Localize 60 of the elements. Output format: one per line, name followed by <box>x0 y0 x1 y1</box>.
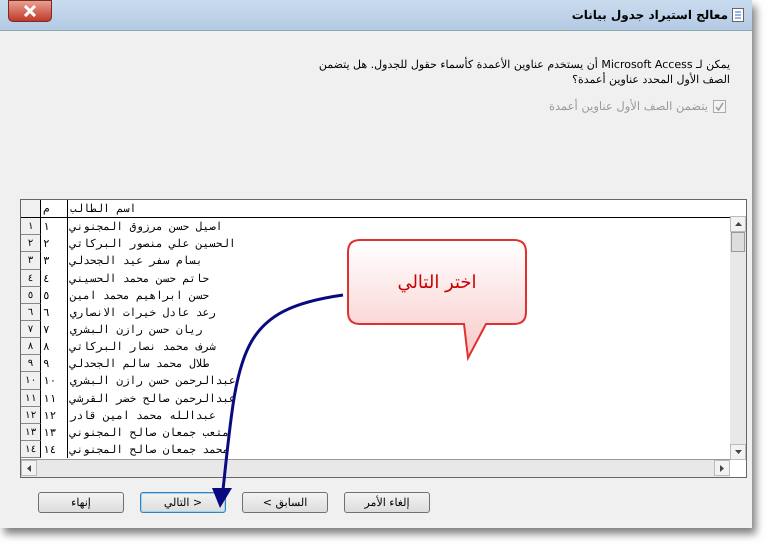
table-cell-text: طلال محمد سالم الجحدلي <box>70 356 210 372</box>
table-cell: ١ <box>41 218 68 236</box>
table-cell: ٥ <box>41 286 68 304</box>
wizard-button[interactable]: إنهاء <box>38 492 124 513</box>
vertical-scrollbar[interactable] <box>730 216 746 460</box>
table-cell-text: حسن ابراهيم محمد امين <box>70 288 210 304</box>
table-cell: ١٤ <box>41 440 68 458</box>
check-icon <box>714 100 725 112</box>
row-selector[interactable]: ١١ <box>21 390 41 407</box>
right-arrow-icon <box>720 464 724 472</box>
column-header: اسم الطالب <box>69 201 138 217</box>
table-cell: ٣ <box>41 252 68 270</box>
app-icon <box>732 8 744 22</box>
column-header: م <box>41 200 68 218</box>
row-selector[interactable]: ١ <box>21 218 41 236</box>
table-cell: ٦ <box>41 304 68 321</box>
table-cell-text: عبدالله محمد امين قادر <box>70 408 216 424</box>
row-selector[interactable]: ١٢ <box>21 406 41 424</box>
row-selector[interactable]: ٩ <box>21 355 41 372</box>
scroll-thumb[interactable] <box>731 232 745 252</box>
table-cell-text: عبدالرحمن صالح خضر القرشي <box>70 390 236 407</box>
row-selector[interactable]: ٨ <box>21 338 41 356</box>
table-cell-text: اصيل حسن مرزوق المجنوني <box>70 219 222 236</box>
horizontal-scrollbar[interactable] <box>21 459 730 477</box>
row-selector[interactable]: ٤ <box>21 270 41 287</box>
wizard-button[interactable]: التالي > <box>140 492 226 513</box>
table-cell: ٨ <box>41 338 68 356</box>
table-cell-text: متعب جمعان صالح المجنوني <box>70 424 229 441</box>
left-arrow-icon <box>27 464 31 472</box>
table-cell: ٧ <box>41 320 68 338</box>
table-cell: ٢ <box>41 235 68 252</box>
table-cell: ٩ <box>41 355 68 372</box>
table-cell: ١٢ <box>41 406 68 424</box>
intro-text: يمكن لـ Microsoft Access أن يستخدم عناوين الأعمدة كأسماء حقول للجدول. هل يتضمن الصف الأول المحدد عناوين أعمدة؟ <box>318 57 730 87</box>
table-cell-text: بسام سفر عيد الجحدلي <box>70 253 202 270</box>
table-cell-text: رعد عادل خيرات الانصاري <box>70 304 216 321</box>
table-cell: ١٠ <box>41 372 68 390</box>
up-arrow-icon <box>734 222 742 226</box>
window-title: معالج استيراد جدول بيانات <box>572 8 728 22</box>
close-button[interactable] <box>8 0 52 22</box>
wizard-button[interactable]: < السابق <box>242 492 328 513</box>
table-cell-text: حاتم حسن محمد الحسيني <box>70 270 210 287</box>
down-arrow-icon <box>734 450 742 454</box>
table-cell-text: ريان حسن رازن البشري <box>70 322 202 338</box>
wizard-button[interactable]: إلغاء الأمر <box>344 492 430 513</box>
row-selector[interactable]: ٣ <box>21 252 41 270</box>
table-cell-text: شرف محمد نصار البركاتي <box>70 339 216 356</box>
table-cell: ٤ <box>41 270 68 287</box>
table-cell-text: عبدالرحمن حسن رازن البشري <box>70 373 236 390</box>
row-selector[interactable]: ٦ <box>21 304 41 321</box>
row-selector[interactable]: ١٣ <box>21 424 41 441</box>
table-cell: ١٣ <box>41 424 68 441</box>
row-selector[interactable]: ٢ <box>21 235 41 252</box>
table-cell-text: الحسين علي منصور البركاتي <box>70 236 236 252</box>
row-selector[interactable]: ٥ <box>21 286 41 304</box>
row-selector[interactable]: ١٠ <box>21 372 41 390</box>
row-selector[interactable]: ٧ <box>21 320 41 338</box>
close-icon <box>23 5 37 17</box>
table-cell: ١١ <box>41 390 68 407</box>
row-selector[interactable]: ١٤ <box>21 440 41 458</box>
